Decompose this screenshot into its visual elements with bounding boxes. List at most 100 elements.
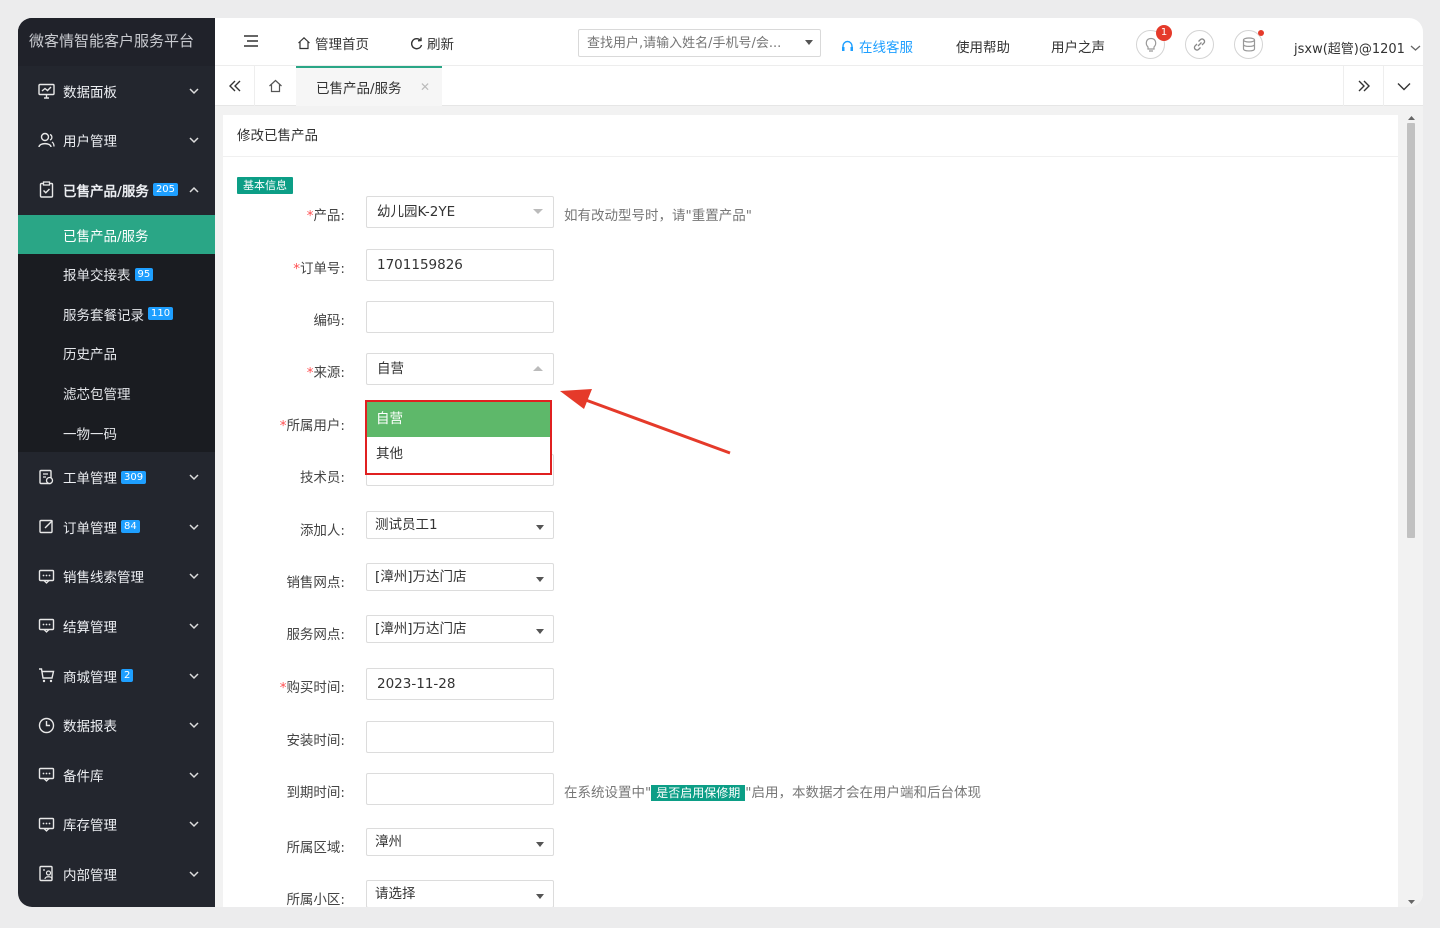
- home-label: 管理首页: [315, 37, 369, 53]
- sidebar-item-5[interactable]: 订单管理 84: [18, 502, 215, 552]
- chevron-down-icon: [189, 573, 199, 580]
- source-option[interactable]: 自营: [367, 402, 550, 437]
- community-select[interactable]: 请选择: [366, 880, 554, 907]
- sidebar-item-dashboard[interactable]: 数据面板: [18, 66, 215, 116]
- subitem-sold-products[interactable]: 已售产品/服务: [18, 214, 215, 255]
- tab-menu-button[interactable]: [1383, 66, 1423, 106]
- product-hint: 如有改动型号时，请"重置产品": [564, 208, 752, 224]
- brand-title: 微客情智能客户服务平台: [18, 18, 215, 66]
- order-edit-icon: [37, 518, 55, 536]
- row-source: *来源: 自营: [223, 353, 1398, 385]
- scroll-thumb[interactable]: [1407, 123, 1415, 538]
- account-menu[interactable]: jsxw(超管)@1201: [1294, 38, 1421, 57]
- subitem-label: 一物一码: [63, 426, 117, 443]
- subitem-one-code[interactable]: 一物一码: [18, 413, 215, 453]
- user-voice-label: 用户之声: [1051, 40, 1105, 56]
- sidebar-item-9[interactable]: 数据报表: [18, 700, 215, 750]
- online-service-label: 在线客服: [859, 40, 913, 56]
- subitem-service-package[interactable]: 服务套餐记录 110: [18, 294, 215, 334]
- sidebar-item-label: 备件库: [63, 768, 104, 785]
- sidebar-item-label: 已售产品/服务: [63, 183, 149, 200]
- subitem-label: 报单交接表: [63, 268, 131, 285]
- user-voice-link[interactable]: 用户之声: [1051, 36, 1105, 56]
- search-dropdown-icon[interactable]: [805, 40, 813, 45]
- sidebar-item-8[interactable]: 商城管理 2: [18, 651, 215, 701]
- sidebar-item-label: 销售线索管理: [63, 570, 144, 587]
- chevron-down-icon: [189, 821, 199, 828]
- product-select[interactable]: 幼儿园K-2YE: [366, 196, 554, 228]
- home-button[interactable]: 管理首页: [297, 33, 369, 53]
- tab-scroll-left-button[interactable]: [215, 66, 255, 106]
- sidebar-item-label: 用户管理: [63, 134, 117, 151]
- source-select[interactable]: 自营: [366, 353, 554, 385]
- clock-icon: [37, 716, 55, 734]
- service-point-select[interactable]: [漳州]万达门店: [366, 615, 554, 643]
- field-label: 销售网点:: [286, 575, 345, 591]
- sidebar-item-label: 内部管理: [63, 867, 117, 884]
- sidebar-item-users[interactable]: 用户管理: [18, 116, 215, 166]
- count-badge: 84: [121, 520, 140, 534]
- database-icon: [1242, 37, 1255, 52]
- scroll-up-icon[interactable]: [1407, 115, 1416, 121]
- count-badge: 110: [148, 307, 174, 321]
- user-icon: [37, 131, 55, 149]
- help-link[interactable]: 使用帮助: [956, 36, 1010, 56]
- scrollbar[interactable]: [1406, 115, 1415, 907]
- scroll-down-icon[interactable]: [1407, 899, 1416, 905]
- count-badge: 309: [121, 470, 147, 484]
- subitem-history-products[interactable]: 历史产品: [18, 334, 215, 374]
- link-button[interactable]: [1185, 30, 1214, 59]
- chevron-down-icon: [189, 524, 199, 530]
- chat-icon: [37, 815, 55, 833]
- field-label: 编码:: [313, 313, 345, 329]
- subitem-filter-package[interactable]: 滤芯包管理: [18, 373, 215, 413]
- field-label: 安装时间:: [286, 733, 345, 749]
- field-label: 技术员:: [299, 470, 345, 486]
- sidebar-item-12[interactable]: 内部管理: [18, 849, 215, 899]
- app-window: 微客情智能客户服务平台 数据面板 用户管理 已售产品/服务 205 已售产品/服…: [18, 18, 1423, 907]
- internal-icon: [37, 865, 55, 883]
- order-no-input[interactable]: 1701159826: [366, 249, 554, 281]
- sidebar-item-11[interactable]: 库存管理: [18, 800, 215, 850]
- tab-home-button[interactable]: [255, 66, 297, 106]
- search-input[interactable]: [578, 29, 821, 57]
- code-input[interactable]: [366, 301, 554, 333]
- tab-sold-products[interactable]: 已售产品/服务 ✕: [296, 66, 442, 106]
- sidebar-item-7[interactable]: 结算管理: [18, 601, 215, 651]
- row-adder: 添加人: 测试员工1: [223, 511, 1398, 543]
- row-region: 所属区域: 漳州: [223, 828, 1398, 860]
- purchase-time-input[interactable]: 2023-11-28: [366, 668, 554, 700]
- close-icon[interactable]: ✕: [420, 80, 430, 94]
- online-service-link[interactable]: 在线客服: [841, 36, 913, 56]
- refresh-button[interactable]: 刷新: [410, 33, 454, 53]
- sidebar: 微客情智能客户服务平台 数据面板 用户管理 已售产品/服务 205 已售产品/服…: [18, 18, 215, 907]
- region-select[interactable]: 漳州: [366, 828, 554, 856]
- sidebar-item-4[interactable]: 工单管理 309: [18, 452, 215, 502]
- status-dot: [1258, 30, 1264, 36]
- expire-time-input[interactable]: [366, 773, 554, 805]
- adder-select[interactable]: 测试员工1: [366, 511, 554, 539]
- sales-point-select[interactable]: [漳州]万达门店: [366, 563, 554, 591]
- tab-label: 已售产品/服务: [316, 81, 402, 97]
- refresh-icon: [410, 37, 423, 49]
- chat-icon: [37, 567, 55, 585]
- section-tag: 基本信息: [237, 177, 293, 194]
- field-label: *订单号:: [293, 261, 345, 277]
- home-icon: [269, 79, 282, 93]
- edit-product-card: 修改已售产品 基本信息 *产品: 幼儿园K-2YE 如有改动型号时，请"重置产品…: [223, 115, 1398, 907]
- sidebar-item-sold-products[interactable]: 已售产品/服务 205: [18, 165, 215, 215]
- install-time-input[interactable]: [366, 721, 554, 753]
- source-option[interactable]: 其他: [367, 437, 550, 472]
- account-label: jsxw(超管)@1201: [1294, 42, 1405, 57]
- sidebar-item-6[interactable]: 销售线索管理: [18, 552, 215, 602]
- menu-icon[interactable]: [244, 35, 258, 51]
- count-badge: 95: [134, 267, 154, 281]
- source-dropdown: 自营 其他: [365, 400, 552, 475]
- home-icon: [298, 36, 310, 50]
- subitem-report-handover[interactable]: 报单交接表 95: [18, 254, 215, 294]
- double-chevron-left-icon: [228, 80, 240, 92]
- field-label: *产品:: [306, 208, 345, 224]
- sidebar-item-label: 数据报表: [63, 719, 117, 736]
- tab-scroll-right-button[interactable]: [1343, 66, 1383, 106]
- sidebar-item-10[interactable]: 备件库: [18, 750, 215, 800]
